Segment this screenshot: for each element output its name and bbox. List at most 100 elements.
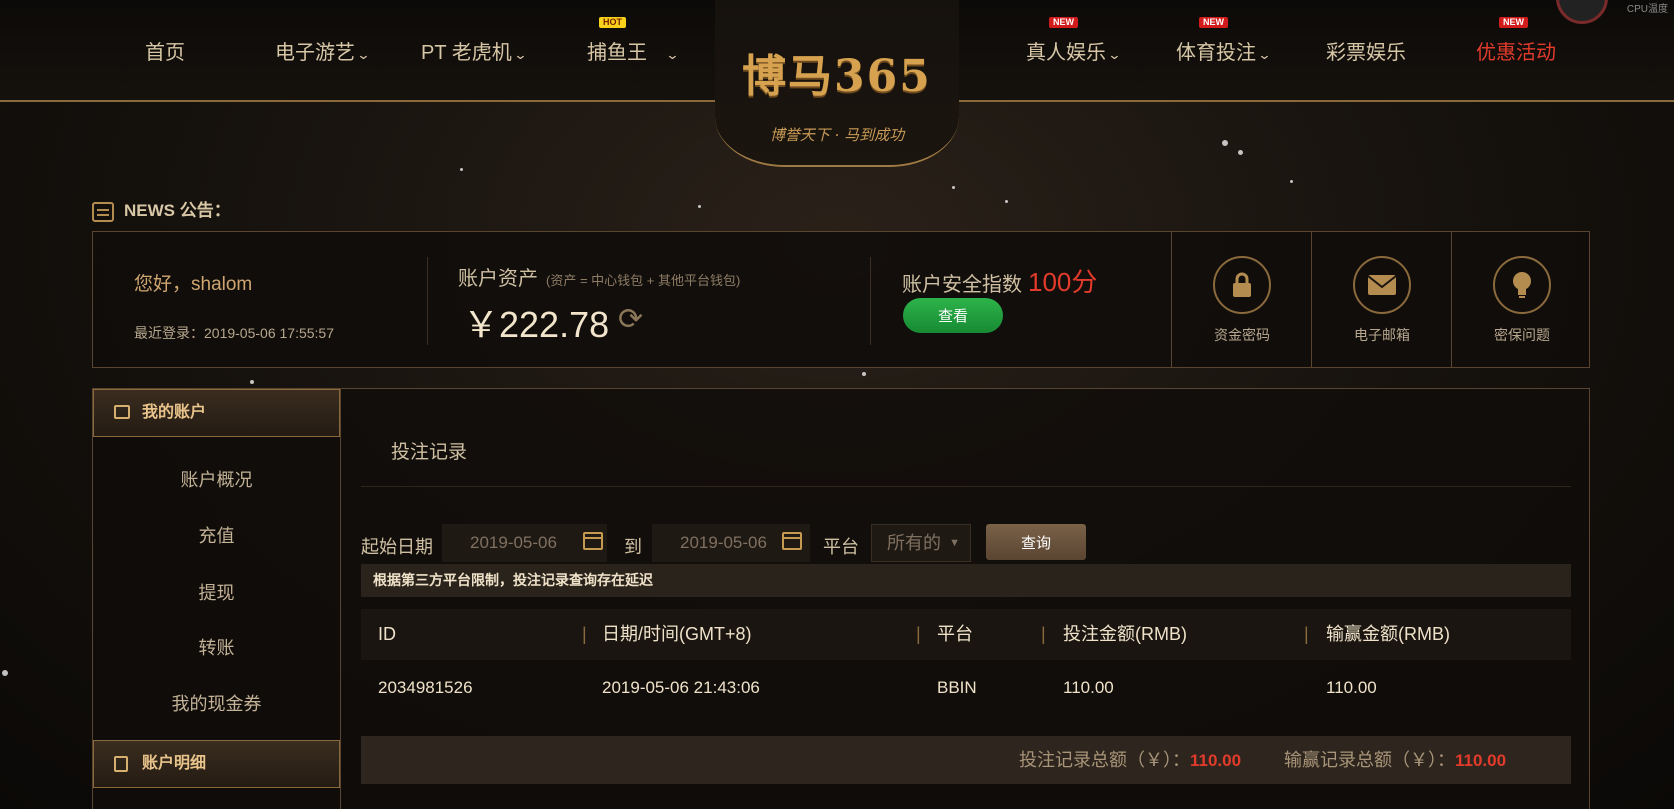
cpu-temp-widget: CPU温度 (1556, 0, 1674, 24)
email-item[interactable]: 电子邮箱 (1311, 232, 1452, 367)
nav-label: 体育投注 (1176, 42, 1256, 64)
column-header-platform: 平台 (937, 624, 973, 644)
sidebar-item-my-vouchers[interactable]: 我的现金券 (93, 690, 340, 716)
column-separator: | (916, 624, 921, 644)
sidebar-section-account-details[interactable]: 账户明细 (93, 740, 340, 788)
site-logo[interactable]: 博马365 博誉天下 · 马到成功 (715, 0, 959, 167)
lock-icon (1213, 256, 1271, 314)
fund-password-item[interactable]: 资金密码 (1171, 232, 1312, 367)
news-label: NEWS 公告： (124, 201, 231, 220)
calendar-icon[interactable] (782, 532, 802, 550)
dropdown-arrow-icon: ▼ (949, 537, 960, 549)
assets-value: ￥222.78 (463, 304, 610, 345)
nav-home[interactable]: 首页 (145, 36, 185, 65)
security-score: 100分 (1028, 267, 1098, 297)
column-header-id: ID (378, 624, 396, 644)
security-item-label: 密保问题 (1494, 327, 1550, 343)
security-item-label: 资金密码 (1214, 327, 1270, 343)
platform-select[interactable]: 所有的 ▼ (871, 524, 971, 562)
cell-win-loss: 110.00 (1326, 678, 1377, 697)
nav-label: 优惠活动 (1476, 42, 1556, 64)
view-security-button[interactable]: 查看 (903, 298, 1003, 333)
chevron-down-icon: ⌄ (513, 47, 528, 62)
star-decoration (698, 205, 701, 208)
news-announcement: NEWS 公告： (92, 196, 231, 222)
chevron-down-icon: ⌄ (1107, 47, 1122, 62)
lightbulb-icon (1493, 256, 1551, 314)
sidebar-item-transfer[interactable]: 转账 (93, 634, 340, 660)
divider (361, 486, 1571, 487)
nav-label: 首页 (145, 42, 185, 64)
nav-fishing-king[interactable]: 捕鱼王 ⌄ (587, 36, 680, 65)
refresh-icon[interactable]: ⟳ (618, 302, 643, 337)
cell-platform: BBIN (937, 678, 977, 697)
announcement-icon (92, 201, 114, 222)
nav-live-casino[interactable]: 真人娱乐⌄ (1026, 36, 1122, 65)
greeting: 您好，shalom (134, 274, 253, 295)
win-total: 输赢记录总额（￥）：110.00 (1284, 736, 1506, 785)
sidebar-item-deposit[interactable]: 充值 (93, 522, 340, 548)
cell-bet-amount: 110.00 (1063, 678, 1114, 697)
cell-datetime: 2019-05-06 21:43:06 (602, 678, 760, 697)
bet-total-value: 110.00 (1190, 751, 1242, 770)
section-label: 账户明细 (142, 755, 207, 772)
sidebar-item-account-overview[interactable]: 账户概况 (93, 466, 340, 492)
win-total-value: 110.00 (1455, 751, 1507, 770)
nav-electronic-games[interactable]: 电子游艺⌄ (275, 36, 371, 65)
logo-slogan: 博誉天下 · 马到成功 (769, 126, 905, 144)
bet-records-panel: 投注记录 起始日期 到 平台 所有的 ▼ 查询 根据第三方平台限制，投注记录查询存… (341, 388, 1590, 809)
security-index: 账户安全指数 100分 (902, 262, 1097, 299)
nav-label: PT 老虎机 (421, 42, 512, 64)
divider (870, 257, 871, 345)
assets-title: 账户资产 (资产 = 中心钱包 + 其他平台钱包) (458, 262, 740, 291)
assets-note: (资产 = 中心钱包 + 其他平台钱包) (546, 273, 741, 288)
nav-label: 彩票娱乐 (1326, 42, 1406, 64)
win-total-label: 输赢记录总额（￥）： (1284, 750, 1455, 770)
column-header-bet-amount: 投注金额(RMB) (1063, 624, 1187, 644)
chevron-down-icon: ⌄ (1257, 47, 1272, 62)
cpu-label: CPU温度 (1626, 4, 1668, 15)
star-decoration (1005, 200, 1008, 203)
new-badge: NEW (1049, 17, 1078, 28)
platform-select-value: 所有的 (887, 533, 941, 553)
star-decoration (460, 168, 463, 171)
nav-label: 捕鱼王 (587, 42, 647, 64)
query-button[interactable]: 查询 (986, 524, 1086, 560)
hot-badge: HOT (599, 17, 626, 28)
star-decoration (250, 380, 254, 384)
bet-total: 投注记录总额（￥）：110.00 (1019, 736, 1241, 785)
last-login: 最近登录：2019-05-06 17:55:57 (134, 325, 334, 341)
sidebar-item-withdraw[interactable]: 提现 (93, 579, 340, 605)
sidebar: 我的账户 账户概况 充值 提现 转账 我的现金券 账户明细 (92, 388, 341, 809)
security-title: 账户安全指数 (902, 274, 1022, 296)
nav-promotions[interactable]: 优惠活动 (1476, 36, 1556, 65)
nav-lottery[interactable]: 彩票娱乐 (1326, 36, 1406, 65)
security-question-item[interactable]: 密保问题 (1451, 232, 1592, 367)
star-decoration (862, 372, 866, 376)
table-header: ID | 日期/时间(GMT+8) | 平台 | 投注金额(RMB) | 输赢金… (361, 609, 1571, 660)
sidebar-section-my-account[interactable]: 我的账户 (93, 389, 340, 437)
start-date-label: 起始日期 (361, 537, 433, 557)
new-badge: NEW (1499, 17, 1528, 28)
column-header-win-loss: 输赢金额(RMB) (1326, 624, 1450, 644)
column-separator: | (582, 624, 587, 644)
section-label: 我的账户 (142, 404, 207, 421)
star-decoration (1290, 180, 1293, 183)
assets-title-text: 账户资产 (458, 268, 538, 290)
totals-bar: 投注记录总额（￥）：110.00 输赢记录总额（￥）：110.00 (361, 736, 1571, 784)
logo-text: 博马365 (742, 51, 932, 102)
nav-pt-slots[interactable]: PT 老虎机⌄ (421, 36, 528, 65)
cell-id: 2034981526 (378, 678, 473, 697)
delay-notice: 根据第三方平台限制，投注记录查询存在延迟 (361, 564, 1571, 597)
nav-sports-betting[interactable]: 体育投注⌄ (1176, 36, 1272, 65)
bet-total-label: 投注记录总额（￥）： (1019, 750, 1190, 770)
calculator-icon (114, 756, 128, 772)
calendar-icon[interactable] (583, 532, 603, 550)
star-decoration (2, 670, 8, 676)
nav-label: 电子游艺 (275, 42, 355, 64)
account-summary-panel: 您好，shalom 最近登录：2019-05-06 17:55:57 账户资产 (… (92, 231, 1590, 368)
star-decoration (1238, 150, 1243, 155)
card-icon (114, 405, 130, 419)
column-separator: | (1041, 624, 1046, 644)
mail-icon (1353, 256, 1411, 314)
